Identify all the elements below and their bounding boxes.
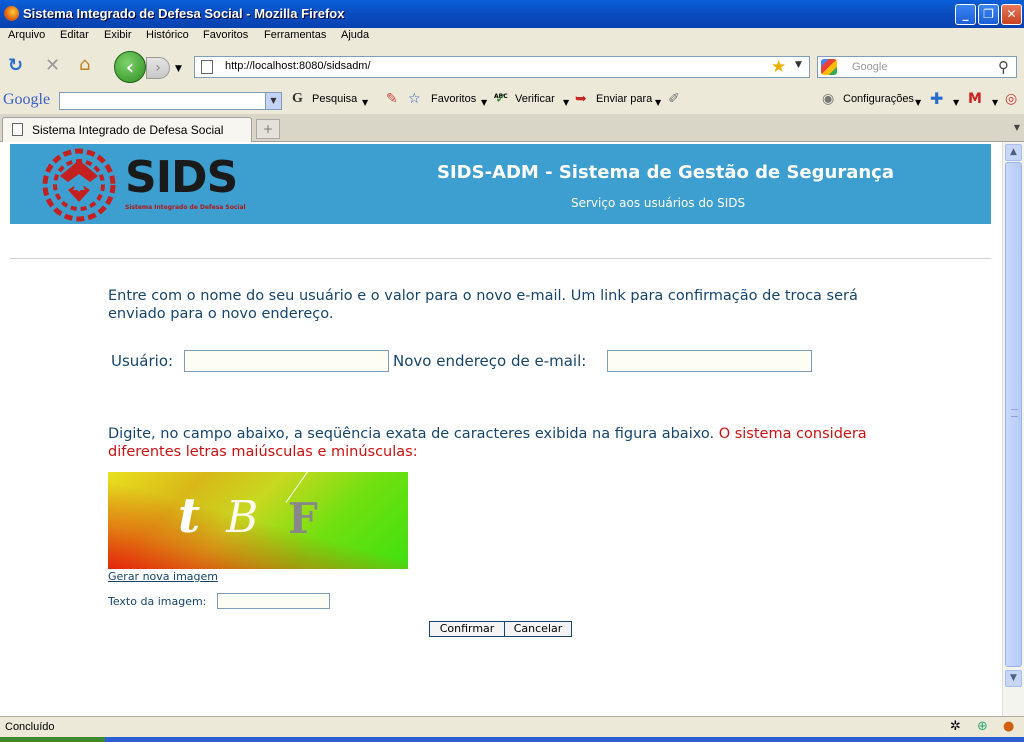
favoritos-star-icon: ☆ xyxy=(408,91,421,107)
firefox-status-icon[interactable]: ● xyxy=(1003,719,1014,734)
google-toolbar: Google ▼ G Pesquisa ▼ ✎ ☆ Favoritos ▼ AB… xyxy=(0,86,1024,114)
google-engine-icon[interactable] xyxy=(821,59,837,75)
menu-favoritos[interactable]: Favoritos xyxy=(203,29,248,41)
search-bar[interactable]: Google ⚲ xyxy=(817,56,1017,78)
page-subtitle: Serviço aos usuários do SIDS xyxy=(571,196,746,210)
orkut-icon[interactable]: ◎ xyxy=(1005,91,1017,107)
favoritos-dropdown-icon[interactable]: ▼ xyxy=(481,95,487,111)
email-input[interactable] xyxy=(607,350,812,372)
close-button[interactable]: ✕ xyxy=(1001,4,1022,25)
site-banner: SIDS Sistema Integrado de Defesa Social … xyxy=(10,144,991,224)
menu-ajuda[interactable]: Ajuda xyxy=(341,29,369,41)
bookmark-tag-icon[interactable]: ✎ xyxy=(386,91,398,107)
configuracoes-button[interactable]: Configurações xyxy=(843,93,914,105)
bookmark-star-icon[interactable]: ★ xyxy=(771,57,786,77)
spellcheck-icon: ✓ xyxy=(495,91,507,107)
confirmar-button[interactable]: Confirmar xyxy=(429,621,505,637)
gmail-dropdown-icon[interactable]: ▼ xyxy=(992,95,998,111)
intro-text: Entre com o nome do seu usuário e o valo… xyxy=(108,288,858,322)
firefox-icon xyxy=(4,6,19,21)
pesquisa-dropdown-icon[interactable]: ▼ xyxy=(362,95,368,111)
gerar-nova-imagem-link[interactable]: Gerar nova imagem xyxy=(108,570,218,583)
search-icon[interactable]: ⚲ xyxy=(998,58,1009,76)
page-icon xyxy=(12,123,23,136)
favoritos-button[interactable]: Favoritos xyxy=(431,93,476,105)
taskbar-edge xyxy=(0,737,1024,742)
plus-dropdown-icon[interactable]: ▼ xyxy=(953,95,959,111)
verificar-button[interactable]: Verificar xyxy=(515,93,555,105)
usuario-input[interactable] xyxy=(184,350,389,372)
vertical-scrollbar[interactable]: ▲ ▼ xyxy=(1002,142,1024,716)
bug-icon[interactable]: ✲ xyxy=(950,719,961,734)
page-viewport: SIDS Sistema Integrado de Defesa Social … xyxy=(0,142,1024,716)
plus-icon[interactable]: ✚ xyxy=(930,91,943,107)
menu-exibir[interactable]: Exibir xyxy=(104,29,132,41)
sids-logo-subtitle: Sistema Integrado de Defesa Social xyxy=(125,204,246,211)
captcha-instruction-text: Digite, no campo abaixo, a seqüência exa… xyxy=(108,426,715,442)
forward-button[interactable]: › xyxy=(146,57,170,79)
globe-icon[interactable]: ⊕ xyxy=(977,719,988,734)
texto-imagem-label: Texto da imagem: xyxy=(108,595,207,608)
new-tab-button[interactable]: + xyxy=(256,119,280,139)
enviar-dropdown-icon[interactable]: ▼ xyxy=(655,95,661,111)
page-title: SIDS-ADM - Sistema de Gestão de Seguranç… xyxy=(437,162,894,183)
texto-imagem-input[interactable] xyxy=(217,593,330,609)
email-label: Novo endereço de e-mail: xyxy=(393,352,587,370)
status-text: Concluído xyxy=(5,721,55,733)
gmail-icon[interactable]: M xyxy=(968,91,982,107)
pesquisa-button[interactable]: Pesquisa xyxy=(312,93,357,105)
configuracoes-dropdown-icon[interactable]: ▼ xyxy=(915,95,921,111)
scroll-grip xyxy=(1011,409,1018,417)
stop-icon[interactable]: ✕ xyxy=(45,57,60,75)
reload-icon[interactable]: ↻ xyxy=(8,57,23,75)
verificar-dropdown-icon[interactable]: ▼ xyxy=(563,95,569,111)
window-title: Sistema Integrado de Defesa Social - Moz… xyxy=(23,6,345,21)
window-titlebar: Sistema Integrado de Defesa Social - Moz… xyxy=(0,0,1024,28)
page-icon xyxy=(201,60,213,74)
sids-logo-text: SIDS xyxy=(125,152,238,203)
google-logo: Google xyxy=(3,91,51,108)
scroll-up-arrow[interactable]: ▲ xyxy=(1005,144,1022,161)
tab-list-dropdown-icon[interactable]: ▼ xyxy=(1014,123,1020,132)
captcha-image: t B F xyxy=(108,472,408,569)
captcha-instruction: Digite, no campo abaixo, a seqüência exa… xyxy=(108,425,898,461)
back-button[interactable]: ‹ xyxy=(114,51,146,83)
captcha-char: t xyxy=(178,488,201,544)
url-dropdown-icon[interactable]: ▼ xyxy=(795,60,802,70)
tab-bar: Sistema Integrado de Defesa Social + ▼ xyxy=(0,114,1024,142)
menu-bar: Arquivo Editar Exibir Histórico Favorito… xyxy=(0,28,1024,46)
settings-circle-icon: ◉ xyxy=(822,91,835,107)
scroll-down-arrow[interactable]: ▼ xyxy=(1005,670,1022,687)
usuario-label: Usuário: xyxy=(111,352,174,370)
minimize-button[interactable]: _ xyxy=(955,4,976,25)
home-icon[interactable]: ⌂ xyxy=(79,56,90,74)
menu-historico[interactable]: Histórico xyxy=(146,29,189,41)
captcha-char: F xyxy=(288,494,318,543)
search-placeholder: Google xyxy=(852,61,888,73)
history-dropdown-icon[interactable]: ▼ xyxy=(175,60,182,78)
tab-label: Sistema Integrado de Defesa Social xyxy=(32,123,224,137)
google-g-icon: G xyxy=(292,91,303,106)
menu-arquivo[interactable]: Arquivo xyxy=(8,29,45,41)
maximize-button[interactable]: ❐ xyxy=(978,4,999,25)
url-bar[interactable]: http://localhost:8080/sidsadm/ ★ ▼ xyxy=(194,56,810,78)
captcha-char: B xyxy=(226,492,259,543)
sids-emblem-icon xyxy=(42,148,116,222)
chevron-down-icon[interactable]: ▼ xyxy=(265,93,281,109)
enviar-button[interactable]: Enviar para xyxy=(596,93,652,105)
cancelar-button[interactable]: Cancelar xyxy=(504,621,572,637)
menu-editar[interactable]: Editar xyxy=(60,29,89,41)
tab-sids[interactable]: Sistema Integrado de Defesa Social xyxy=(2,117,252,142)
status-bar: Concluído ✲ ⊕ ● xyxy=(0,716,1024,737)
send-icon: ➥ xyxy=(575,91,587,107)
google-search-input[interactable]: ▼ xyxy=(59,92,282,110)
scroll-thumb[interactable] xyxy=(1005,162,1022,667)
navigation-toolbar: ↻ ✕ ⌂ ‹ › ▼ http://localhost:8080/sidsad… xyxy=(0,46,1024,86)
url-text: http://localhost:8080/sidsadm/ xyxy=(225,60,371,72)
menu-ferramentas[interactable]: Ferramentas xyxy=(264,29,326,41)
highlighter-icon[interactable]: ✐ xyxy=(668,91,680,107)
divider xyxy=(10,258,991,259)
